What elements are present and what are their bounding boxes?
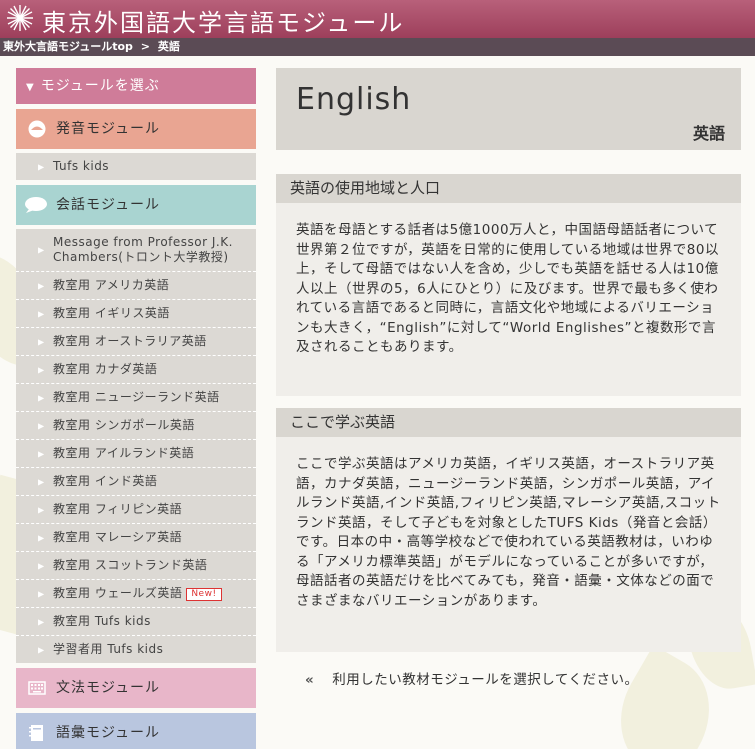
triangle-right-icon: ▶ [38,477,45,486]
breadcrumb-current: 英語 [157,40,180,53]
triangle-right-icon: ▶ [38,505,45,514]
sound-module-label: 発音モジュール [56,121,161,137]
triangle-right-icon: ▶ [38,245,45,255]
talk-module-list: ▶ Message from Professor J.K. Chambers(トロ… [16,229,256,663]
triangle-right-icon: ▶ [38,281,45,290]
sidebar-item-malaysian[interactable]: ▶ 教室用 マレーシア英語 [16,524,256,552]
sidebar-item-welsh[interactable]: ▶ 教室用 ウェールズ英語 New! [16,580,256,608]
sidebar-item-british[interactable]: ▶ 教室用 イギリス英語 [16,300,256,328]
vocab-module-button[interactable]: 語彙モジュール [16,713,256,749]
keyboard-icon [28,681,46,695]
talk-module-label: 会話モジュール [56,197,161,213]
breadcrumb-home-link[interactable]: 東外大言語モジュールtop [3,40,133,53]
select-module-hint: « 利用したい教材モジュールを選択してください。 [305,668,638,688]
breadcrumb: 東外大言語モジュールtop > 英語 [0,38,755,56]
vocab-module-label: 語彙モジュール [56,725,161,741]
learning-section-body: ここで学ぶ英語はアメリカ英語，イギリス英語，オーストラリア英語，カナダ英語，ニュ… [296,456,721,609]
face-icon [28,120,46,138]
speech-bubble-icon [25,197,47,213]
sidebar-item-canadian[interactable]: ▶ 教室用 カナダ英語 [16,356,256,384]
sidebar-item-philippine[interactable]: ▶ 教室用 フィリピン英語 [16,496,256,524]
sidebar-item-singapore[interactable]: ▶ 教室用 シンガポール英語 [16,412,256,440]
triangle-right-icon: ▶ [38,561,45,570]
triangle-down-icon: ▼ [26,82,35,93]
triangle-right-icon: ▶ [38,449,45,458]
triangle-right-icon: ▶ [38,421,45,430]
sidebar-item-indian[interactable]: ▶ 教室用 インド英語 [16,468,256,496]
triangle-right-icon: ▶ [38,645,45,654]
sidebar-heading-label: モジュールを選ぶ [40,78,160,94]
triangle-right-icon: ▶ [38,337,45,346]
sidebar-item-classroom-tufs-kids[interactable]: ▶ 教室用 Tufs kids [16,608,256,636]
grammar-module-label: 文法モジュール [56,680,161,696]
usage-section: 英語の使用地域と人口 英語を母語とする話者は5億1000万人と，中国語母語話者に… [276,174,741,396]
triangle-right-icon: ▶ [38,617,45,626]
usage-section-heading: 英語の使用地域と人口 [276,174,741,203]
talk-module-button[interactable]: 会話モジュール [16,185,256,225]
sidebar-heading: ▼ モジュールを選ぶ [16,68,256,104]
site-header: 東京外国語大学言語モジュール [0,0,755,38]
sidebar-item-irish[interactable]: ▶ 教室用 アイルランド英語 [16,440,256,468]
triangle-right-icon: ▶ [38,533,45,542]
star-logo-icon [7,5,33,31]
grammar-module-button[interactable]: 文法モジュール [16,668,256,708]
module-sidebar: ▼ モジュールを選ぶ 発音モジュール ▶ Tufs kids 会話モジュール ▶ Me… [16,68,256,749]
usage-section-body: 英語を母語とする話者は5億1000万人と，中国語母語話者について世界第２位ですが… [296,222,719,355]
sidebar-item-learner-tufs-kids[interactable]: ▶ 学習者用 Tufs kids [16,636,256,663]
site-title[interactable]: 東京外国語大学言語モジュール [42,3,404,38]
page-title-box: English 英語 [276,68,741,150]
triangle-right-icon: ▶ [38,162,45,171]
sound-module-list: ▶ Tufs kids [16,153,256,180]
triangle-right-icon: ▶ [38,589,45,598]
sidebar-item-australian[interactable]: ▶ 教室用 オーストラリア英語 [16,328,256,356]
learning-section: ここで学ぶ英語 ここで学ぶ英語はアメリカ英語，イギリス英語，オーストラリア英語，… [276,408,741,652]
sidebar-item-new-zealand[interactable]: ▶ 教室用 ニュージーランド英語 [16,384,256,412]
breadcrumb-separator: > [140,40,150,53]
sidebar-item-tufs-kids[interactable]: ▶ Tufs kids [16,153,256,180]
hint-text: 利用したい教材モジュールを選択してください。 [332,672,639,688]
page-subtitle: 英語 [692,124,725,143]
triangle-right-icon: ▶ [38,365,45,374]
sound-module-button[interactable]: 発音モジュール [16,109,256,149]
triangle-right-icon: ▶ [38,393,45,402]
new-badge: New! [186,588,222,601]
learning-section-heading: ここで学ぶ英語 [276,408,741,437]
page-title: English [296,82,412,117]
notebook-icon [29,725,43,741]
sidebar-item-scottish[interactable]: ▶ 教室用 スコットランド英語 [16,552,256,580]
triangle-right-icon: ▶ [38,309,45,318]
sidebar-item-american[interactable]: ▶ 教室用 アメリカ英語 [16,272,256,300]
sidebar-item-message-chambers[interactable]: ▶ Message from Professor J.K. Chambers(トロ… [16,229,256,272]
double-chevron-left-icon: « [305,672,315,688]
